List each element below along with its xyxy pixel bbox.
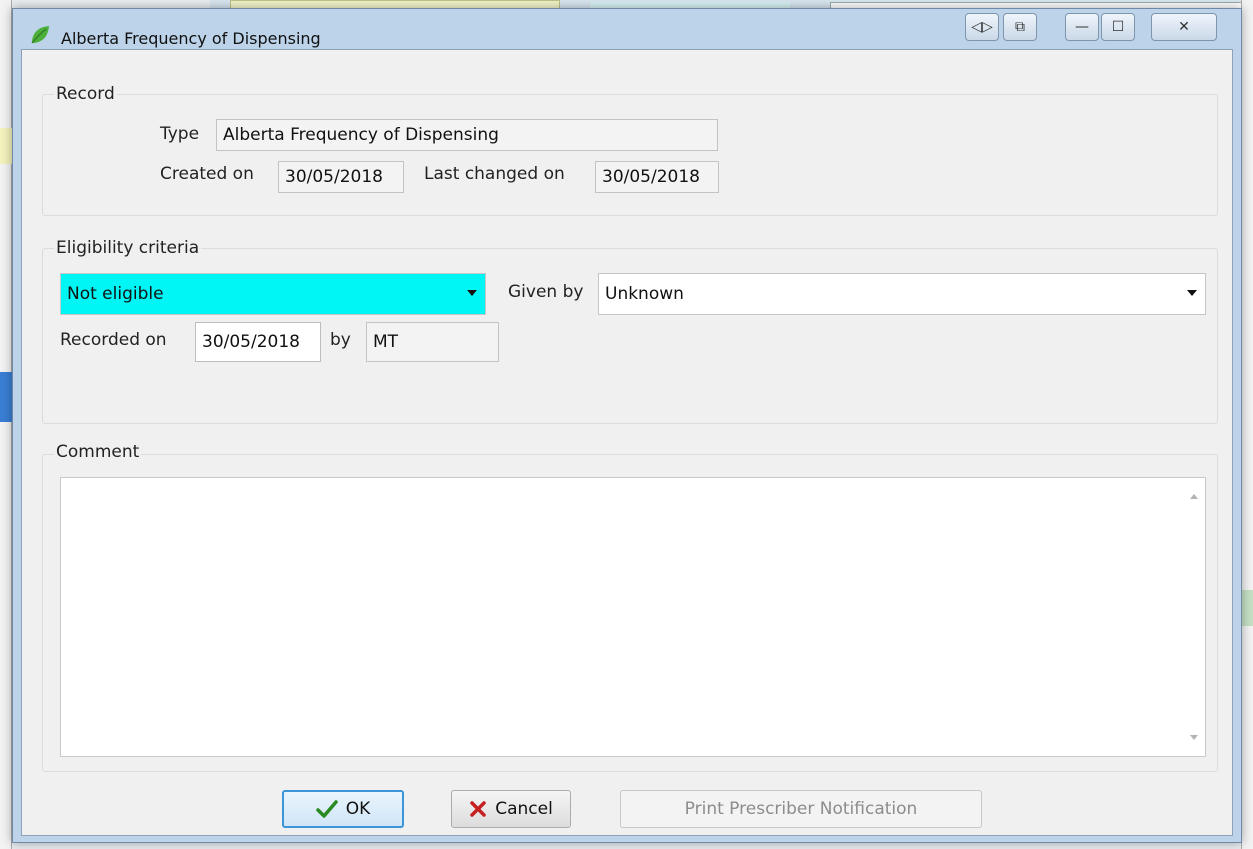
given-by-select[interactable]: Unknown	[598, 273, 1206, 315]
x-icon	[470, 801, 486, 817]
type-field: Alberta Frequency of Dispensing	[216, 119, 718, 151]
leaf-icon	[31, 26, 49, 44]
eligibility-legend: Eligibility criteria	[54, 238, 202, 258]
last-changed-label: Last changed on	[424, 164, 565, 184]
recorded-by-field: MT	[366, 322, 499, 362]
close-icon: ✕	[1178, 19, 1190, 35]
arrows-horizontal-icon: ◁▷	[971, 19, 993, 35]
eligibility-status-value: Not eligible	[67, 284, 164, 304]
navigate-button[interactable]: ◁▷	[965, 13, 999, 41]
ok-label: OK	[345, 799, 371, 819]
close-button[interactable]: ✕	[1151, 13, 1217, 41]
eligibility-status-select[interactable]: Not eligible	[60, 273, 486, 315]
tile-button[interactable]: ⧉	[1003, 13, 1037, 41]
print-label: Print Prescriber Notification	[684, 799, 918, 819]
checkmark-icon	[315, 800, 338, 818]
recorded-on-label: Recorded on	[60, 330, 167, 350]
record-legend: Record	[54, 84, 117, 104]
ok-button[interactable]: OK	[282, 790, 404, 828]
comment-legend: Comment	[54, 442, 142, 462]
print-prescriber-notification-button[interactable]: Print Prescriber Notification	[620, 790, 982, 828]
tile-icon: ⧉	[1015, 19, 1025, 35]
created-on-field: 30/05/2018	[278, 161, 404, 193]
cancel-button[interactable]: Cancel	[451, 790, 571, 828]
maximize-button[interactable]: ☐	[1101, 13, 1135, 41]
cancel-label: Cancel	[495, 799, 553, 819]
scroll-up-icon[interactable]	[1190, 494, 1198, 499]
given-by-value: Unknown	[605, 284, 684, 304]
chevron-down-icon	[467, 290, 477, 296]
window-title: Alberta Frequency of Dispensing	[61, 29, 321, 48]
last-changed-field: 30/05/2018	[595, 161, 719, 193]
background-right-panel	[1241, 0, 1253, 849]
dialog-window: Alberta Frequency of Dispensing ◁▷ ⧉ — ☐…	[12, 8, 1242, 843]
type-label: Type	[160, 124, 200, 144]
maximize-icon: ☐	[1111, 19, 1125, 35]
dialog-content: Record Type Alberta Frequency of Dispens…	[21, 49, 1233, 836]
comment-textarea[interactable]	[60, 477, 1206, 757]
minimize-button[interactable]: —	[1065, 13, 1099, 41]
comment-scrollbar[interactable]	[1183, 478, 1205, 756]
scroll-down-icon[interactable]	[1190, 735, 1198, 740]
created-on-label: Created on	[160, 164, 254, 184]
recorded-on-field[interactable]: 30/05/2018	[195, 322, 321, 362]
by-label: by	[330, 330, 351, 350]
background-left-panel	[0, 0, 12, 849]
given-by-label: Given by	[508, 282, 584, 302]
chevron-down-icon	[1187, 290, 1197, 296]
minimize-icon: —	[1075, 19, 1089, 35]
record-group	[42, 94, 1218, 216]
